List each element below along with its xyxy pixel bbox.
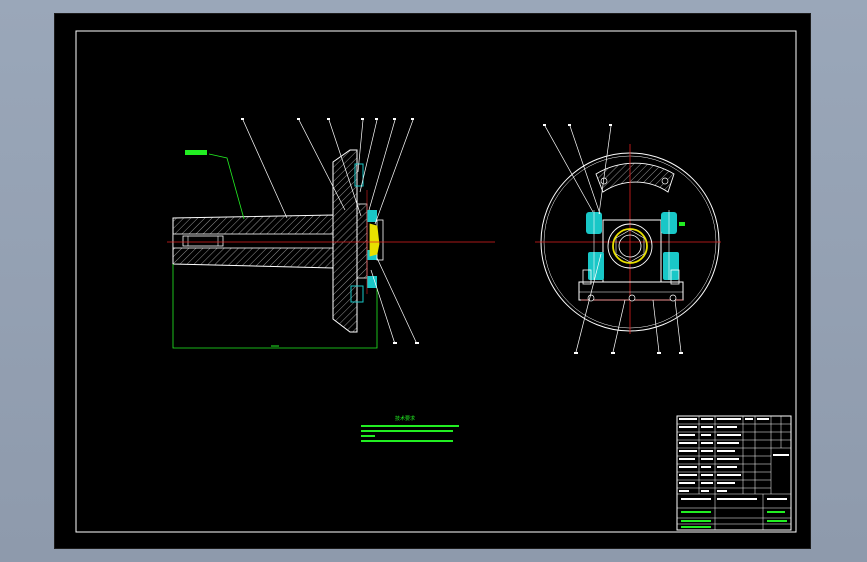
drawing-sheet: 技术要求 — [54, 13, 811, 549]
balloon-leaders-top — [242, 119, 414, 225]
cad-viewport[interactable]: 技术要求 — [0, 0, 867, 562]
fixture-block-lower — [367, 276, 377, 288]
balloon-leaders-bottom — [370, 257, 418, 345]
bore-end-detail — [182, 235, 224, 247]
jaw-left-lower — [588, 252, 604, 280]
notes-lines — [361, 425, 459, 442]
flange-disk — [332, 149, 358, 333]
leader-green — [208, 153, 245, 220]
title-block — [676, 415, 792, 531]
flange-hub — [356, 203, 368, 279]
balloon-marks-top — [241, 118, 414, 120]
fixture-block-upper — [367, 210, 377, 222]
workpiece — [369, 223, 380, 257]
technical-notes: 技术要求 — [361, 415, 459, 442]
drawing-frame — [75, 30, 797, 533]
notes-title: 技术要求 — [395, 415, 415, 422]
end-view — [535, 124, 721, 354]
section-view — [167, 118, 495, 349]
counterweight-segment — [595, 162, 675, 193]
cad-drawing-canvas[interactable]: 技术要求 — [55, 14, 810, 548]
